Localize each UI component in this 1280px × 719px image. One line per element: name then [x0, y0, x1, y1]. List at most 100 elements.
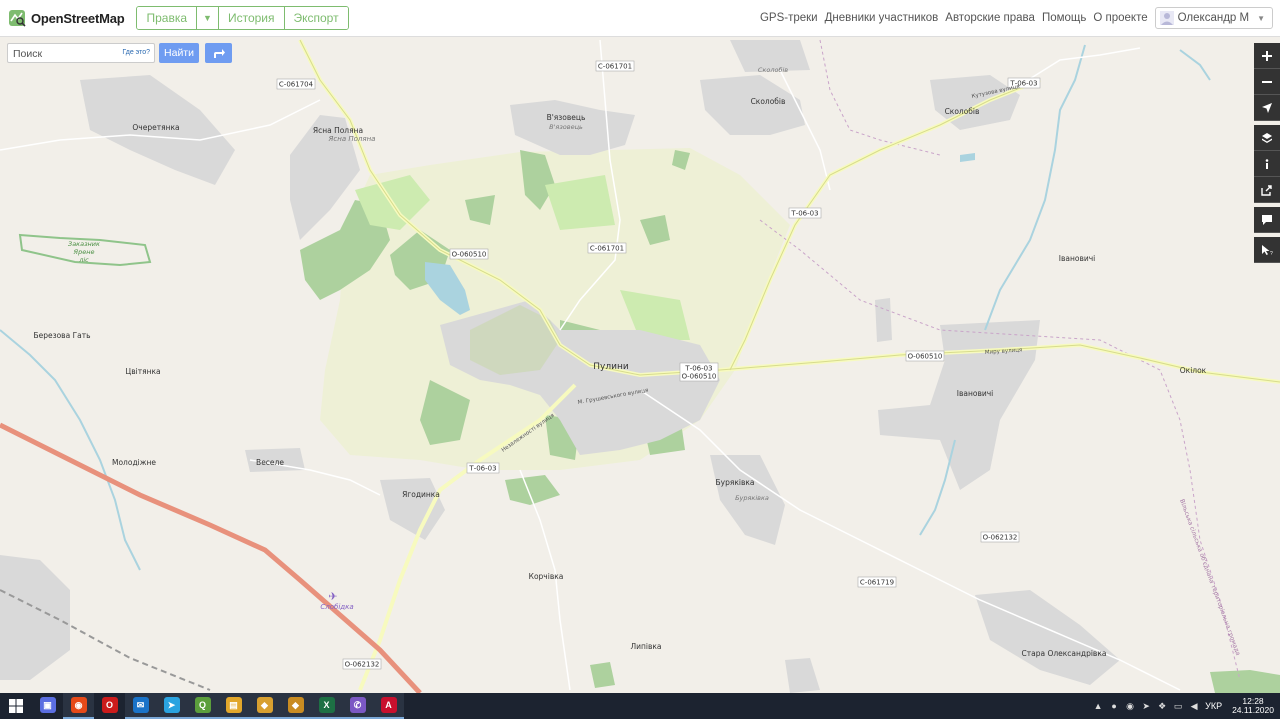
dropbox-tray-icon[interactable]: ❖	[1157, 701, 1167, 711]
logo[interactable]: OpenStreetMap	[8, 9, 125, 27]
taskbar-app-opera[interactable]: O	[94, 693, 125, 719]
tab-history[interactable]: История	[218, 7, 285, 29]
shield-t0603-bottom: Т-06-03	[468, 465, 496, 473]
search-bar: Где это? Найти	[7, 43, 232, 63]
label-ivanovychi: Івановичі	[957, 389, 994, 398]
acrobat-icon: A	[380, 697, 397, 713]
tray-app-icon[interactable]: ●	[1109, 701, 1119, 711]
shield-o062132-right: О-062132	[983, 534, 1018, 542]
taskbar-app-qgis[interactable]: Q	[187, 693, 218, 719]
qgis-icon: Q	[194, 697, 211, 713]
network-icon[interactable]: ▭	[1173, 701, 1183, 711]
directions-button[interactable]	[205, 43, 232, 63]
taskbar-app-telegram[interactable]: ➤	[156, 693, 187, 719]
taskbar-app-gis1[interactable]: ◆	[249, 693, 280, 719]
shield-c061701-mid: С-061701	[590, 245, 624, 253]
excel-icon: X	[318, 697, 335, 713]
taskbar-app-acrobat[interactable]: A	[373, 693, 404, 719]
query-icon: ?	[1262, 244, 1273, 256]
opera-icon: O	[101, 697, 118, 713]
caret-down-icon: ▼	[1257, 13, 1265, 23]
telegram-icon: ➤	[163, 697, 180, 713]
label-ivanovychi-top: Івановичі	[1059, 254, 1096, 263]
map-canvas[interactable]: ✈ С-061704 С-061701 Т-06-03 Т-06-03 С-06…	[0, 37, 1280, 693]
taskbar-app-файл[interactable]: ▣	[32, 693, 63, 719]
osm-logo-icon	[9, 10, 26, 27]
label-skolobiv-top: Сколобів	[758, 66, 788, 74]
where-is-this-link[interactable]: Где это?	[122, 49, 150, 56]
language-indicator[interactable]: УКР	[1205, 701, 1222, 711]
zoom-in-button[interactable]	[1254, 43, 1280, 69]
gis1-icon: ◆	[256, 697, 273, 713]
shield-c061719: С-061719	[860, 579, 894, 587]
tab-export[interactable]: Экспорт	[284, 7, 348, 29]
label-pulyny: Пулини	[593, 362, 629, 372]
taskbar-app-excel[interactable]: X	[311, 693, 342, 719]
shield-o060510-left: О-060510	[452, 251, 487, 259]
user-name: Олександр М	[1177, 12, 1250, 24]
nav-copyright[interactable]: Авторские права	[945, 12, 1035, 24]
tab-edit[interactable]: Правка	[137, 7, 198, 29]
airfield-icon: ✈	[328, 590, 337, 603]
label-yagodynka: Ягодинка	[402, 490, 440, 499]
clock-date: 24.11.2020	[1232, 705, 1274, 715]
taskbar-app-viber[interactable]: ✆	[342, 693, 373, 719]
label-skolobiv-right: Сколобів	[945, 107, 980, 116]
logo-text: OpenStreetMap	[31, 10, 125, 26]
nav-about[interactable]: О проекте	[1093, 12, 1147, 24]
label-buryakivka: Буряківка	[715, 478, 754, 487]
start-button[interactable]	[0, 693, 32, 719]
label-yarene: Ярене	[73, 248, 95, 256]
taskbar-app-gis2[interactable]: ◆	[280, 693, 311, 719]
locate-button[interactable]	[1254, 95, 1280, 121]
volume-icon[interactable]: ◀	[1189, 701, 1199, 711]
viber-icon: ✆	[349, 697, 366, 713]
note-icon	[1262, 214, 1272, 225]
shield-o060510-pulyny: О-060510	[682, 373, 717, 381]
файл-icon: ▣	[39, 697, 56, 713]
nav-diaries[interactable]: Дневники участников	[825, 12, 939, 24]
shield-t0603-pulyny: Т-06-03	[684, 365, 712, 373]
add-note-button[interactable]	[1254, 207, 1280, 233]
label-yasna-polyana: Ясна Поляна	[313, 126, 363, 135]
caret-down-icon: ▼	[203, 13, 212, 23]
zoom-in-icon	[1262, 50, 1272, 61]
search-button[interactable]: Найти	[159, 43, 199, 63]
edit-dropdown-button[interactable]: ▼	[197, 7, 219, 29]
chrome-icon: ◉	[70, 697, 87, 713]
explorer-icon: ▤	[225, 697, 242, 713]
label-ocheretyanka: Очеретянка	[132, 123, 179, 132]
telegram-tray-icon[interactable]: ➤	[1141, 701, 1151, 711]
nav-gps-traces[interactable]: GPS-треки	[760, 12, 818, 24]
label-tsvityanka: Цвітянка	[125, 367, 160, 376]
outlook-icon: ✉	[132, 697, 149, 713]
zoom-out-button[interactable]	[1254, 69, 1280, 95]
tray-expand-icon[interactable]: ▲	[1093, 701, 1103, 711]
share-button[interactable]	[1254, 177, 1280, 203]
label-zakaznyk: Заказник	[68, 240, 100, 248]
map-key-button[interactable]	[1254, 151, 1280, 177]
layers-icon	[1262, 132, 1272, 143]
layers-button[interactable]	[1254, 125, 1280, 151]
query-features-button[interactable]: ?	[1254, 237, 1280, 263]
label-lypivka: Липівка	[630, 642, 661, 651]
clock[interactable]: 12:28 24.11.2020	[1232, 696, 1274, 716]
viber-tray-icon[interactable]: ◉	[1125, 701, 1135, 711]
taskbar-app-chrome[interactable]: ◉	[63, 693, 94, 719]
taskbar-app-outlook[interactable]: ✉	[125, 693, 156, 719]
system-tray: ▲ ● ◉ ➤ ❖ ▭ ◀ УКР 12:28 24.11.2020	[1093, 696, 1274, 716]
label-skolobiv-mid: Сколобів	[751, 97, 786, 106]
label-yasna-polyana-ua: Ясна Поляна	[328, 135, 376, 143]
label-buryakivka-small: Буряківка	[735, 494, 769, 502]
label-vyazovets-small: В'язовець	[549, 123, 583, 131]
windows-taskbar: ▣ ◉ O ✉ ➤ Q ▤ ◆ ◆ X ✆ A ▲ ● ◉ ➤ ❖ ▭ ◀ УКР 12:28 24.…	[0, 693, 1280, 719]
label-berezova-gat: Березова Гать	[33, 331, 90, 340]
label-molodizhne: Молодіжне	[112, 458, 156, 467]
shield-c061701-top: С-061701	[598, 63, 632, 71]
user-menu-button[interactable]: Олександр М ▼	[1154, 7, 1273, 29]
label-korchivka: Корчівка	[529, 572, 564, 581]
nav-help[interactable]: Помощь	[1042, 12, 1086, 24]
avatar-icon	[1159, 11, 1174, 25]
shield-o062132-bottom: О-062132	[345, 661, 380, 669]
taskbar-app-explorer[interactable]: ▤	[218, 693, 249, 719]
